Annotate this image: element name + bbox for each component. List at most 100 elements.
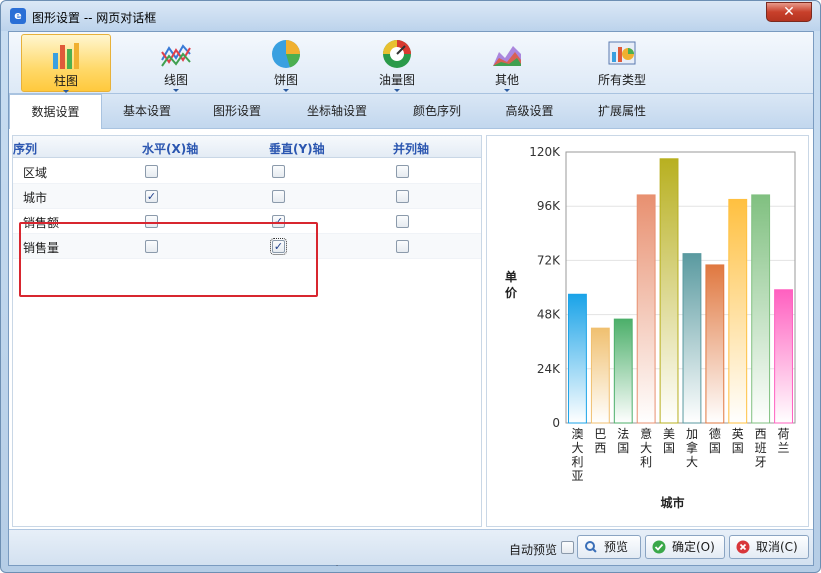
bar [705,264,725,424]
line-chart-icon [161,44,191,67]
column-header-series: 序列 [13,142,38,156]
x-tick-label: 西班牙 [755,427,767,469]
magnifier-icon [585,541,598,554]
chart-type-label: 其他 [494,73,519,87]
x-tick-label: 德国 [709,426,721,455]
table-row: 城市 ✓ [13,184,481,209]
tab-extended-properties[interactable]: 扩展属性 [577,94,667,129]
chevron-down-icon [504,89,510,92]
vertical-axis-checkbox[interactable] [272,165,285,178]
cancel-button[interactable]: 取消(C) [729,535,809,559]
bar [774,289,793,424]
ok-button[interactable]: 确定(O) [645,535,725,559]
auto-preview-label: 自动预览 [509,543,558,557]
title-bar: e 图形设置 -- 网页对话框 ✕ [1,1,820,31]
tab-color-series[interactable]: 颜色序列 [392,94,482,129]
cancel-circle-icon [736,540,750,554]
check-circle-icon [652,540,666,554]
tab-basic-settings[interactable]: 基本设置 [102,94,192,129]
chart-preview-panel: 0 24K 48K 72K 96K 120K 澳大利亚 巴西 法国 意大利 美国 加拿大 德国 英国 西班牙… [486,135,809,527]
bar [682,253,702,424]
column-header-horizontal: 水平(X)轴 [142,142,199,156]
cancel-button-label: 取消(C) [756,540,798,554]
dialog-client: 柱图 线图 饼图 油量图 其他 所有类型 数据设置 基本设置 图形设置 坐标轴设… [8,31,814,566]
x-tick-label: 法国 [617,427,629,455]
chart-type-other[interactable]: 其他 [462,34,552,92]
ok-button-label: 确定(O) [672,540,715,554]
column-header-parallel: 并列轴 [393,142,430,156]
y-tick-label: 120K [529,145,561,159]
preview-button[interactable]: 预览 [577,535,641,559]
gauge-chart-icon [383,40,411,68]
parallel-axis-checkbox[interactable] [396,190,409,203]
x-tick-label: 意大利 [640,426,652,469]
bar [636,194,656,424]
browser-icon: e [10,8,26,24]
annotation-highlight-box [19,222,318,297]
chart-type-bar[interactable]: 柱图 [21,34,111,93]
settings-tabs: 数据设置 基本设置 图形设置 坐标轴设置 颜色序列 高级设置 扩展属性 [9,94,813,130]
dialog-footer: 自动预览 预览 确定(O) 取消(C) [9,529,813,565]
horizontal-axis-checkbox[interactable]: ✓ [145,190,158,203]
grid-header: 序列 水平(X)轴 垂直(Y)轴 并列轴 [13,136,481,158]
bar [751,194,771,424]
close-button[interactable]: ✕ [766,2,812,22]
tab-graph-settings[interactable]: 图形设置 [192,94,282,129]
y-tick-label: 48K [537,308,561,322]
chevron-down-icon [173,89,179,92]
x-tick-label: 加拿大 [686,427,698,469]
table-row: 区域 [13,159,481,184]
chevron-down-icon [283,89,289,92]
vertical-axis-checkbox[interactable] [272,190,285,203]
parallel-axis-checkbox[interactable] [396,215,409,228]
y-tick-label: 24K [537,362,561,376]
parallel-axis-checkbox[interactable] [396,240,409,253]
data-settings-panel: 序列 水平(X)轴 垂直(Y)轴 并列轴 区域 城市 ✓ 销售额 ✓ 销售量 ✓ 0 24K 4… [9,129,813,566]
chart-type-all[interactable]: 所有类型 [572,34,672,92]
chart-type-line[interactable]: 线图 [131,34,221,92]
horizontal-axis-checkbox[interactable] [145,165,158,178]
bar-chart-icon [53,43,79,69]
chevron-down-icon [394,89,400,92]
all-types-icon [608,41,636,65]
x-tick-label: 澳大利亚 [571,427,583,483]
series-label: 区域 [23,166,48,180]
auto-preview-checkbox[interactable] [561,541,574,554]
tab-axis-settings[interactable]: 坐标轴设置 [282,94,392,129]
other-chart-icon [493,46,521,66]
chart-type-label: 柱图 [53,74,78,88]
y-tick-label: 0 [552,416,560,430]
x-tick-label: 英国 [732,427,744,455]
chevron-down-icon [63,90,69,93]
bar [590,327,610,424]
bar [728,198,748,424]
pie-chart-icon [272,40,300,68]
y-tick-label: 96K [537,199,561,213]
bar [613,318,633,424]
dialog-window: e 图形设置 -- 网页对话框 ✕ 柱图 线图 饼图 油量图 其他 所有类型 数… [0,0,821,573]
series-label: 城市 [23,191,48,205]
tab-data-settings[interactable]: 数据设置 [9,94,102,130]
chart-type-label: 线图 [163,73,188,87]
preview-button-label: 预览 [604,540,629,554]
parallel-axis-checkbox[interactable] [396,165,409,178]
bar [659,158,679,424]
series-axis-grid: 序列 水平(X)轴 垂直(Y)轴 并列轴 区域 城市 ✓ 销售额 ✓ 销售量 ✓ [12,135,482,527]
column-header-vertical: 垂直(Y)轴 [269,142,325,156]
window-title: 图形设置 -- 网页对话框 [32,11,157,25]
chart-type-gauge[interactable]: 油量图 [352,34,442,92]
x-tick-label: 荷兰 [778,427,790,455]
x-tick-label: 巴西 [594,427,606,455]
chart-type-label: 饼图 [273,73,298,87]
x-axis-title: 城市 [660,495,684,510]
y-tick-label: 72K [537,253,561,267]
x-tick-label: 美国 [663,427,675,455]
y-axis-title: 单价 [505,269,518,300]
tab-advanced-settings[interactable]: 高级设置 [482,94,577,129]
bar-chart: 0 24K 48K 72K 96K 120K 澳大利亚巴西法国意大利美国加拿大德国英国西班牙… [505,145,796,510]
chart-type-label: 油量图 [378,73,415,87]
chart-type-label: 所有类型 [597,73,646,87]
chart-type-ribbon: 柱图 线图 饼图 油量图 其他 所有类型 [9,32,813,94]
chart-type-pie[interactable]: 饼图 [241,34,331,92]
bar [568,293,587,424]
